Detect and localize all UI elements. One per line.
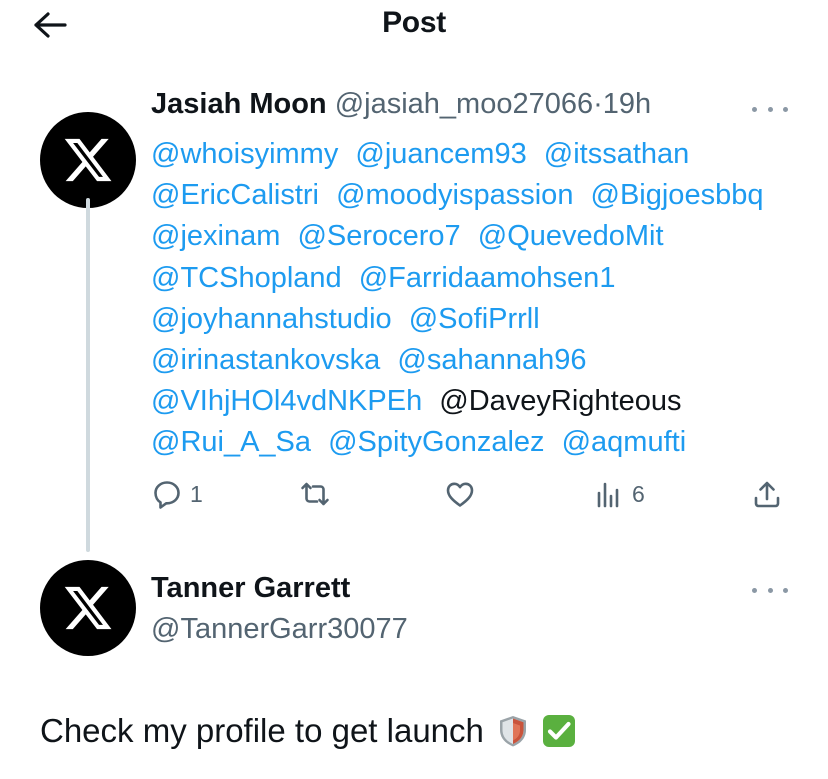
avatar[interactable] — [40, 560, 136, 656]
x-logo-icon — [64, 138, 112, 182]
top-bar: Post — [0, 0, 828, 52]
mention-link: @DaveyRighteous — [439, 385, 682, 418]
retweet-button[interactable] — [300, 476, 338, 512]
mention-link[interactable]: @EricCalistri — [151, 179, 319, 211]
author-handle[interactable]: @jasiah_moo27066 — [335, 88, 593, 120]
mention-link[interactable]: @Farridaamohsen1 — [359, 262, 616, 294]
more-icon — [752, 587, 757, 593]
mention-link[interactable]: @irinastankovska — [151, 344, 380, 376]
author-name[interactable]: Tanner Garrett — [151, 572, 350, 605]
author-name[interactable]: Jasiah Moon — [151, 88, 327, 120]
analytics-icon — [597, 482, 619, 508]
mention-link[interactable]: @sahannah96 — [397, 344, 586, 376]
check-mark-button-emoji — [542, 715, 575, 747]
views-count: 6 — [632, 480, 645, 507]
mention-link[interactable]: @moodyispassion — [336, 179, 573, 211]
reply-icon — [154, 481, 180, 509]
mention-link[interactable]: @aqmufti — [562, 426, 687, 458]
separator: · — [593, 88, 603, 120]
more-icon-dot — [783, 587, 788, 593]
reply-count: 1 — [190, 480, 203, 507]
mention-link[interactable]: @SpityGonzalez — [328, 426, 544, 458]
more-icon-dot — [767, 106, 773, 112]
post-text: Check my profile to get launch — [40, 712, 484, 749]
post-body: Check my profile to get launch — [40, 712, 576, 750]
views-button[interactable]: 6 — [594, 476, 645, 512]
more-button[interactable] — [752, 99, 788, 119]
tweet-text: @whoisyimmy @juancem93 @itssathan @EricC… — [151, 134, 791, 464]
mention-link[interactable]: @Bigjoesbbq — [591, 179, 764, 211]
mention-link[interactable]: @jexinam — [151, 220, 280, 252]
tweet-author-line: Jasiah Moon @jasiah_moo27066·19h — [151, 88, 651, 121]
author-handle[interactable]: @TannerGarr30077 — [151, 613, 408, 646]
like-button[interactable] — [445, 476, 483, 512]
mention-link[interactable]: @whoisyimmy — [151, 138, 338, 170]
tweet-actions: 1 6 — [0, 476, 828, 512]
retweet-icon — [301, 482, 329, 506]
more-button[interactable] — [752, 580, 788, 600]
mention-link[interactable]: @joyhannahstudio — [151, 303, 392, 335]
avatar[interactable] — [40, 112, 136, 208]
mention-link[interactable]: @Serocero7 — [297, 220, 460, 252]
x-logo-icon — [64, 586, 112, 630]
mention-link[interactable]: @SofiPrrll — [409, 303, 540, 335]
mention-link[interactable]: @itssathan — [544, 138, 690, 170]
mention-link[interactable]: @TCShopland — [151, 262, 342, 294]
heart-icon — [446, 482, 474, 507]
more-icon-dot — [767, 587, 773, 593]
more-icon-dot — [783, 106, 788, 112]
mention-link[interactable]: @Rui_A_Sa — [151, 426, 311, 458]
timestamp[interactable]: 19h — [603, 88, 651, 120]
mention-link[interactable]: @QuevedoMit — [478, 220, 664, 252]
more-icon — [752, 106, 757, 112]
page-title: Post — [382, 6, 446, 39]
reply-button[interactable]: 1 — [152, 476, 203, 512]
share-icon — [754, 481, 780, 508]
mention-link[interactable]: @VIhjHOl4vdNKPEh — [151, 385, 422, 417]
share-button[interactable] — [752, 476, 782, 512]
shield-emoji — [499, 716, 526, 747]
mention-link[interactable]: @juancem93 — [355, 138, 526, 170]
